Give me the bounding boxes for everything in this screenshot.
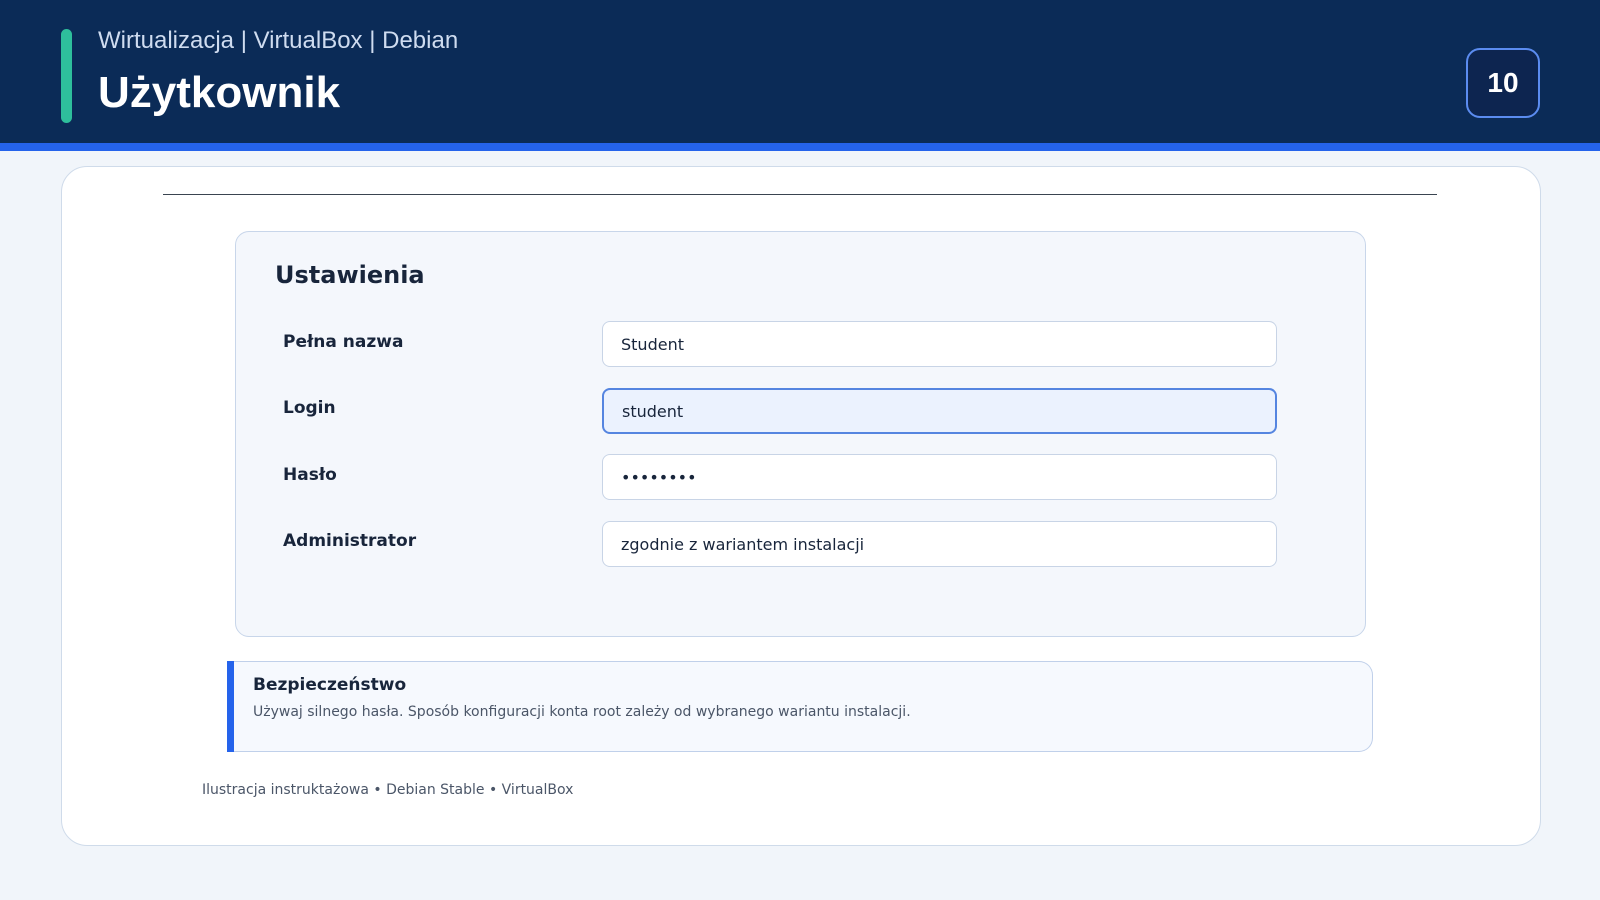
content-divider <box>163 194 1437 195</box>
administrator-field[interactable]: zgodnie z wariantem instalacji <box>602 521 1277 567</box>
security-callout-title: Bezpieczeństwo <box>253 675 407 695</box>
login-field[interactable]: student <box>602 388 1277 434</box>
header-accent-stripe <box>0 143 1600 151</box>
page-number-badge: 10 <box>1466 48 1540 118</box>
footer-note: Ilustracja instruktażowa • Debian Stable… <box>202 782 574 798</box>
settings-panel <box>235 231 1366 637</box>
security-callout-text: Używaj silnego hasła. Sposób konfiguracj… <box>253 704 911 720</box>
login-label: Login <box>283 398 336 418</box>
password-field[interactable]: •••••••• <box>602 454 1277 500</box>
settings-panel-title: Ustawienia <box>275 261 425 289</box>
administrator-label: Administrator <box>283 531 417 551</box>
header-accent-bar <box>61 29 72 123</box>
full-name-label: Pełna nazwa <box>283 332 404 352</box>
full-name-field[interactable]: Student <box>602 321 1277 367</box>
slide-subtitle: Wirtualizacja | VirtualBox | Debian <box>98 27 459 54</box>
security-callout-accent <box>227 661 234 752</box>
password-label: Hasło <box>283 465 337 485</box>
slide-title: Użytkownik <box>98 68 341 117</box>
